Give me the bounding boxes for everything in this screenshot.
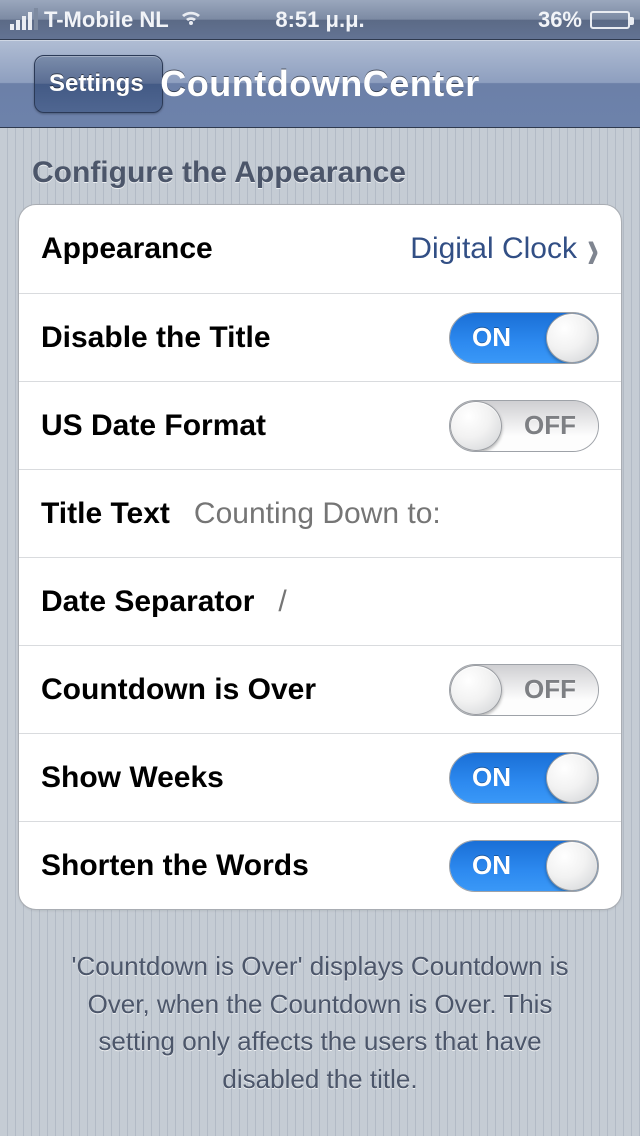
title-text-input[interactable] <box>194 497 599 531</box>
shorten-words-label: Shorten the Words <box>41 849 309 883</box>
countdown-over-label: Countdown is Over <box>41 673 316 707</box>
page-title: CountdownCenter <box>160 63 479 105</box>
title-text-label: Title Text <box>41 497 170 531</box>
countdown-over-cell: Countdown is Over ON OFF <box>19 645 621 733</box>
appearance-label: Appearance <box>41 232 213 266</box>
shorten-words-cell: Shorten the Words ON OFF <box>19 821 621 909</box>
chevron-right-icon: › <box>587 220 599 278</box>
wifi-icon <box>179 7 203 33</box>
clock-label: 8:51 μ.μ. <box>275 7 364 33</box>
status-bar: T-Mobile NL 8:51 μ.μ. 36% <box>0 0 640 40</box>
disable-title-toggle[interactable]: ON OFF <box>449 312 599 364</box>
countdown-over-toggle[interactable]: ON OFF <box>449 664 599 716</box>
disable-title-label: Disable the Title <box>41 321 271 355</box>
us-date-format-label: US Date Format <box>41 409 266 443</box>
section-footer: 'Countdown is Over' displays Countdown i… <box>52 948 588 1099</box>
us-date-format-cell: US Date Format ON OFF <box>19 381 621 469</box>
signal-bars-icon <box>10 10 38 30</box>
appearance-cell[interactable]: Appearance Digital Clock › <box>19 205 621 293</box>
carrier-label: T-Mobile NL <box>44 7 169 33</box>
battery-percent-label: 36% <box>538 7 582 33</box>
show-weeks-toggle[interactable]: ON OFF <box>449 752 599 804</box>
show-weeks-cell: Show Weeks ON OFF <box>19 733 621 821</box>
back-button-label: Settings <box>49 70 144 98</box>
disable-title-cell: Disable the Title ON OFF <box>19 293 621 381</box>
show-weeks-label: Show Weeks <box>41 761 224 795</box>
us-date-format-toggle[interactable]: ON OFF <box>449 400 599 452</box>
settings-group: Appearance Digital Clock › Disable the T… <box>18 204 622 910</box>
back-button[interactable]: Settings <box>34 55 163 113</box>
battery-icon <box>590 11 630 29</box>
date-separator-input[interactable] <box>278 585 622 619</box>
date-separator-label: Date Separator <box>41 585 254 619</box>
nav-bar: Settings CountdownCenter <box>0 40 640 128</box>
date-separator-cell: Date Separator <box>19 557 621 645</box>
shorten-words-toggle[interactable]: ON OFF <box>449 840 599 892</box>
section-header: Configure the Appearance <box>32 156 608 190</box>
appearance-value: Digital Clock <box>410 232 577 266</box>
title-text-cell: Title Text <box>19 469 621 557</box>
